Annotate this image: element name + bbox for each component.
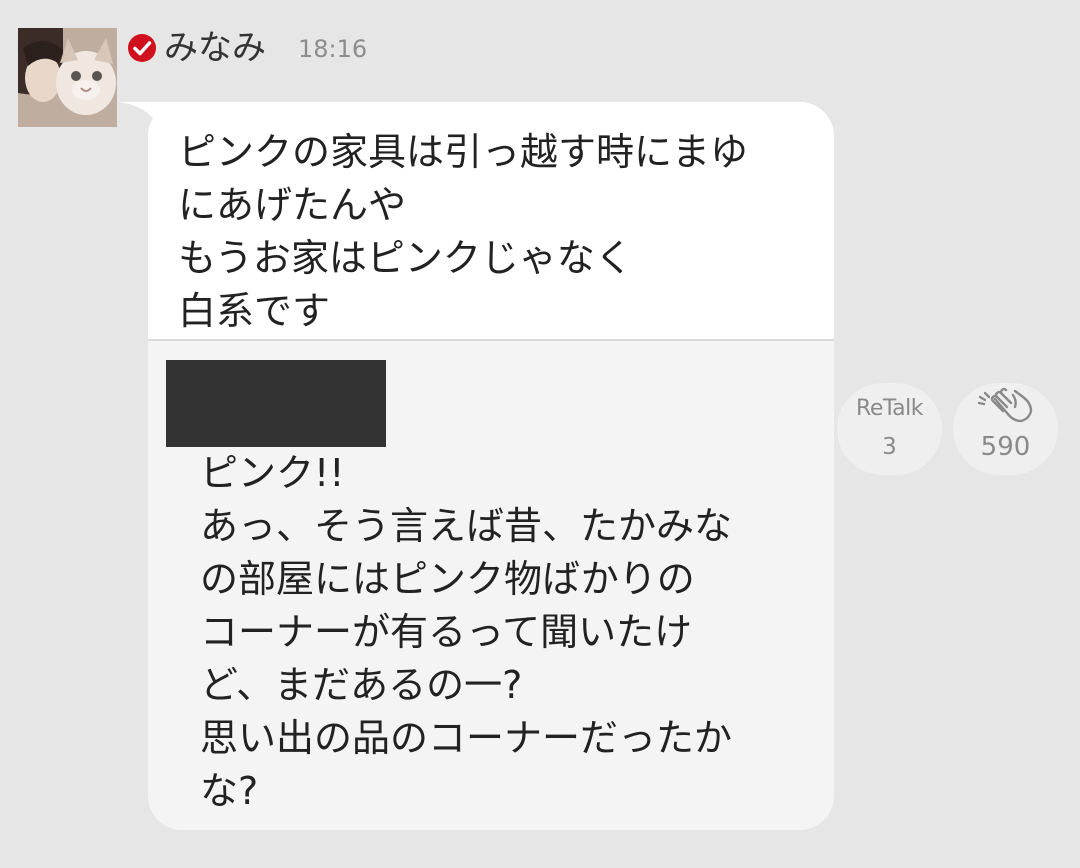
clap-button[interactable]: 590	[953, 383, 1058, 475]
avatar-photo	[18, 28, 117, 127]
retalk-count: 3	[882, 434, 897, 460]
timestamp: 18:16	[298, 35, 368, 63]
message-bubble: ピンクの家具は引っ越す時にまゆ にあげたんや もうお家はピンクじゃなく 白系です…	[148, 102, 834, 830]
sender-name[interactable]: みなみ	[164, 28, 266, 68]
quoted-comment-text: ピンク!! あっ、そう言えば昔、たかみな の部屋にはピンク物ばかりの コーナーが…	[200, 451, 733, 813]
avatar[interactable]	[18, 28, 117, 127]
retalk-button[interactable]: ReTalk 3	[837, 383, 942, 475]
retalk-label: ReTalk	[856, 396, 923, 421]
clapping-hands-icon	[977, 387, 1033, 423]
quoted-comment[interactable]: ピンク!! あっ、そう言えば昔、たかみな の部屋にはピンク物ばかりの コーナーが…	[148, 341, 834, 830]
clap-count: 590	[980, 432, 1031, 462]
message-text: ピンクの家具は引っ越す時にまゆ にあげたんや もうお家はピンクじゃなく 白系です	[148, 102, 834, 341]
check-circle-icon	[128, 34, 156, 62]
redacted-username	[166, 360, 386, 447]
